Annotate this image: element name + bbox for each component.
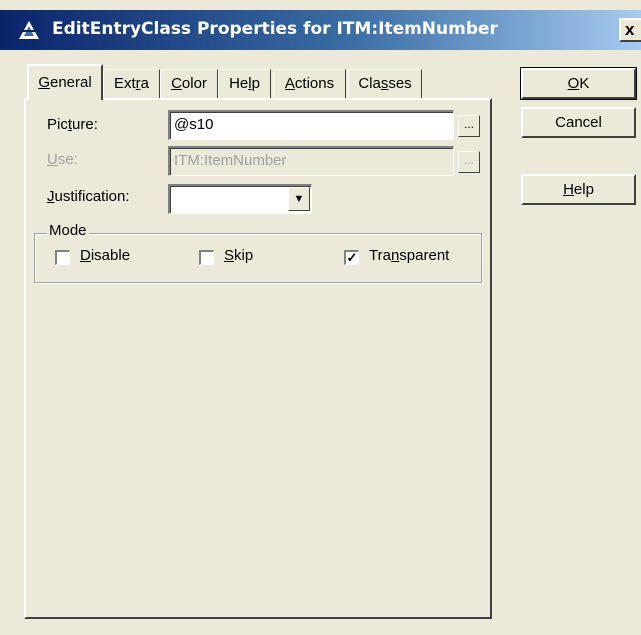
window-title: EditEntryClass Properties for ITM:ItemNu… xyxy=(52,19,498,39)
general-tab-panel xyxy=(24,98,492,619)
cancel-button[interactable]: Cancel xyxy=(521,107,636,138)
use-lookup-button[interactable]: ... xyxy=(458,151,480,173)
justification-dropdown[interactable]: ▼ xyxy=(168,184,312,214)
skip-checkbox[interactable] xyxy=(199,250,214,265)
disable-checkbox[interactable] xyxy=(55,250,70,265)
mode-group-label: Mode xyxy=(47,222,89,239)
title-bar: EditEntryClass Properties for ITM:ItemNu… xyxy=(0,10,641,50)
close-icon: x xyxy=(625,20,635,39)
tab-extra[interactable]: Extra xyxy=(103,69,160,99)
transparent-checkbox[interactable]: ✓ xyxy=(344,250,359,265)
checkmark-icon: ✓ xyxy=(346,250,358,265)
disable-label[interactable]: Disable xyxy=(80,247,130,264)
tab-color[interactable]: Color xyxy=(160,69,218,99)
close-button[interactable]: x xyxy=(619,18,641,42)
chevron-down-icon[interactable]: ▼ xyxy=(288,187,310,211)
use-label: Use: xyxy=(47,151,78,168)
justification-label: Justification: xyxy=(47,188,130,205)
skip-label[interactable]: Skip xyxy=(224,247,253,264)
tab-classes[interactable]: Classes xyxy=(348,69,422,99)
ok-button[interactable]: OK xyxy=(520,67,637,100)
picture-label: Picture: xyxy=(47,116,98,133)
picture-input[interactable]: @s10 xyxy=(168,110,454,140)
transparent-label[interactable]: Transparent xyxy=(369,247,449,264)
clarion-triangle-icon xyxy=(19,21,39,39)
tab-help[interactable]: Help xyxy=(218,69,271,99)
help-button[interactable]: Help xyxy=(521,174,636,205)
properties-dialog: EditEntryClass Properties for ITM:ItemNu… xyxy=(0,0,641,635)
picture-lookup-button[interactable]: ... xyxy=(458,115,480,137)
tab-general[interactable]: General xyxy=(27,64,103,100)
use-input[interactable]: ITM:ItemNumber xyxy=(168,146,454,176)
tab-actions[interactable]: Actions xyxy=(273,69,346,99)
